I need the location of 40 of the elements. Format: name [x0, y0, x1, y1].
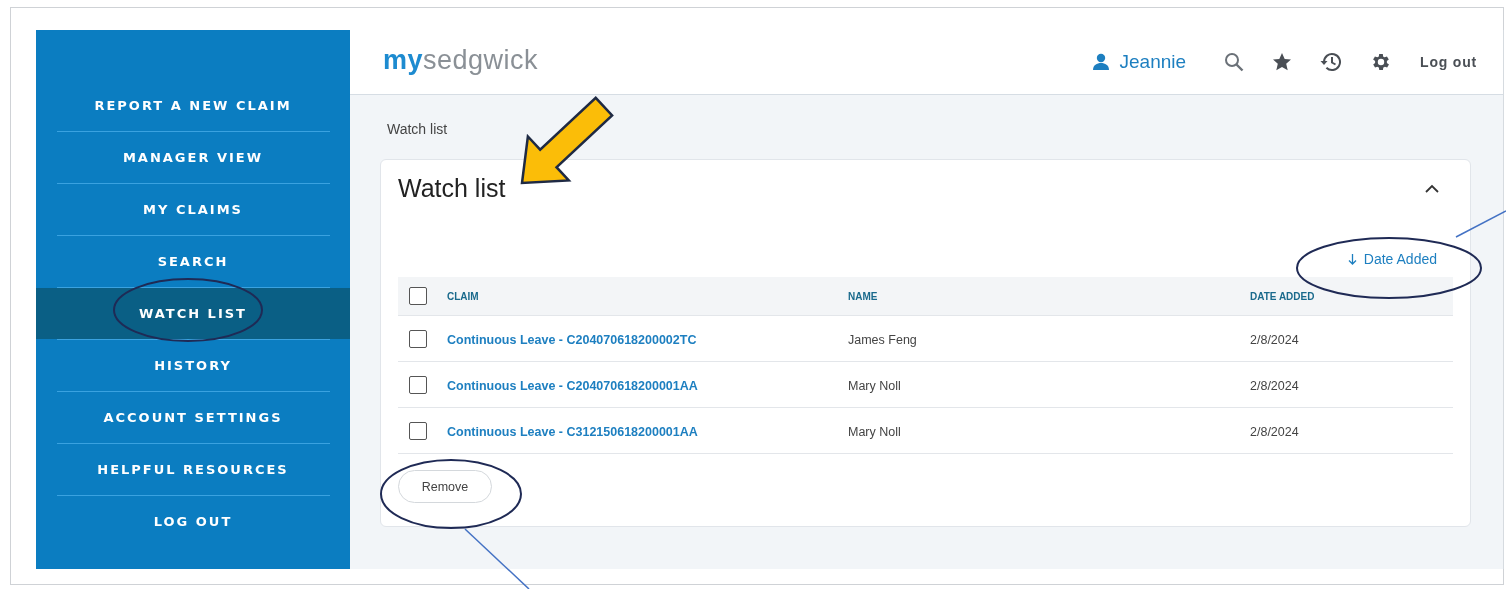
column-header[interactable]: DATE ADDED	[1250, 290, 1453, 302]
claim-link[interactable]: Continuous Leave - C204070618200002TC	[447, 332, 697, 347]
search-icon[interactable]	[1224, 52, 1245, 72]
breadcrumb[interactable]: Watch list	[387, 121, 1471, 141]
sidebar-item[interactable]: SEARCH	[36, 236, 350, 287]
sidebar-item[interactable]: REPORT A NEW CLAIM	[36, 80, 350, 131]
sidebar-item[interactable]: LOG OUT	[36, 496, 350, 547]
star-icon[interactable]	[1272, 52, 1293, 72]
column-header[interactable]: NAME	[848, 290, 1250, 302]
row-checkbox[interactable]	[409, 421, 427, 440]
table-cell: Mary Noll	[848, 424, 901, 439]
sidebar-item[interactable]: ACCOUNT SETTINGS	[36, 392, 350, 443]
history-icon[interactable]	[1320, 52, 1343, 72]
logout-link[interactable]: Log out	[1420, 54, 1477, 70]
user-icon[interactable]	[1091, 53, 1110, 71]
select-all-checkbox[interactable]	[409, 287, 427, 305]
leader-line	[464, 528, 530, 589]
sidebar-item[interactable]: MANAGER VIEW	[36, 132, 350, 183]
remove-button[interactable]: Remove	[398, 470, 492, 503]
claim-link[interactable]: Continuous Leave - C312150618200001AA	[447, 424, 698, 439]
table-cell: 2/8/2024	[1250, 378, 1299, 393]
down-arrow-icon	[1347, 253, 1357, 265]
card-title: Watch list	[398, 174, 506, 203]
collapse-caret-icon[interactable]	[1425, 184, 1439, 193]
sort-link[interactable]: Date Added	[1347, 251, 1437, 267]
claim-link[interactable]: Continuous Leave - C204070618200001AA	[447, 378, 698, 393]
sidebar-item[interactable]: WATCH LIST	[36, 288, 350, 339]
table-cell: 2/8/2024	[1250, 424, 1299, 439]
row-checkbox[interactable]	[409, 375, 427, 394]
column-header[interactable]: CLAIM	[447, 290, 848, 302]
row-checkbox[interactable]	[409, 329, 427, 348]
sidebar-item[interactable]: MY CLAIMS	[36, 184, 350, 235]
table-cell: James Feng	[848, 332, 917, 347]
leader-line	[1455, 210, 1506, 238]
table-cell: 2/8/2024	[1250, 332, 1299, 347]
sidebar-item[interactable]: HELPFUL RESOURCES	[36, 444, 350, 495]
logo[interactable]: mysedgwick	[383, 44, 539, 80]
user-name[interactable]: Jeannie	[1119, 51, 1187, 73]
sidebar-item[interactable]: HISTORY	[36, 340, 350, 391]
table-cell: Mary Noll	[848, 378, 901, 393]
